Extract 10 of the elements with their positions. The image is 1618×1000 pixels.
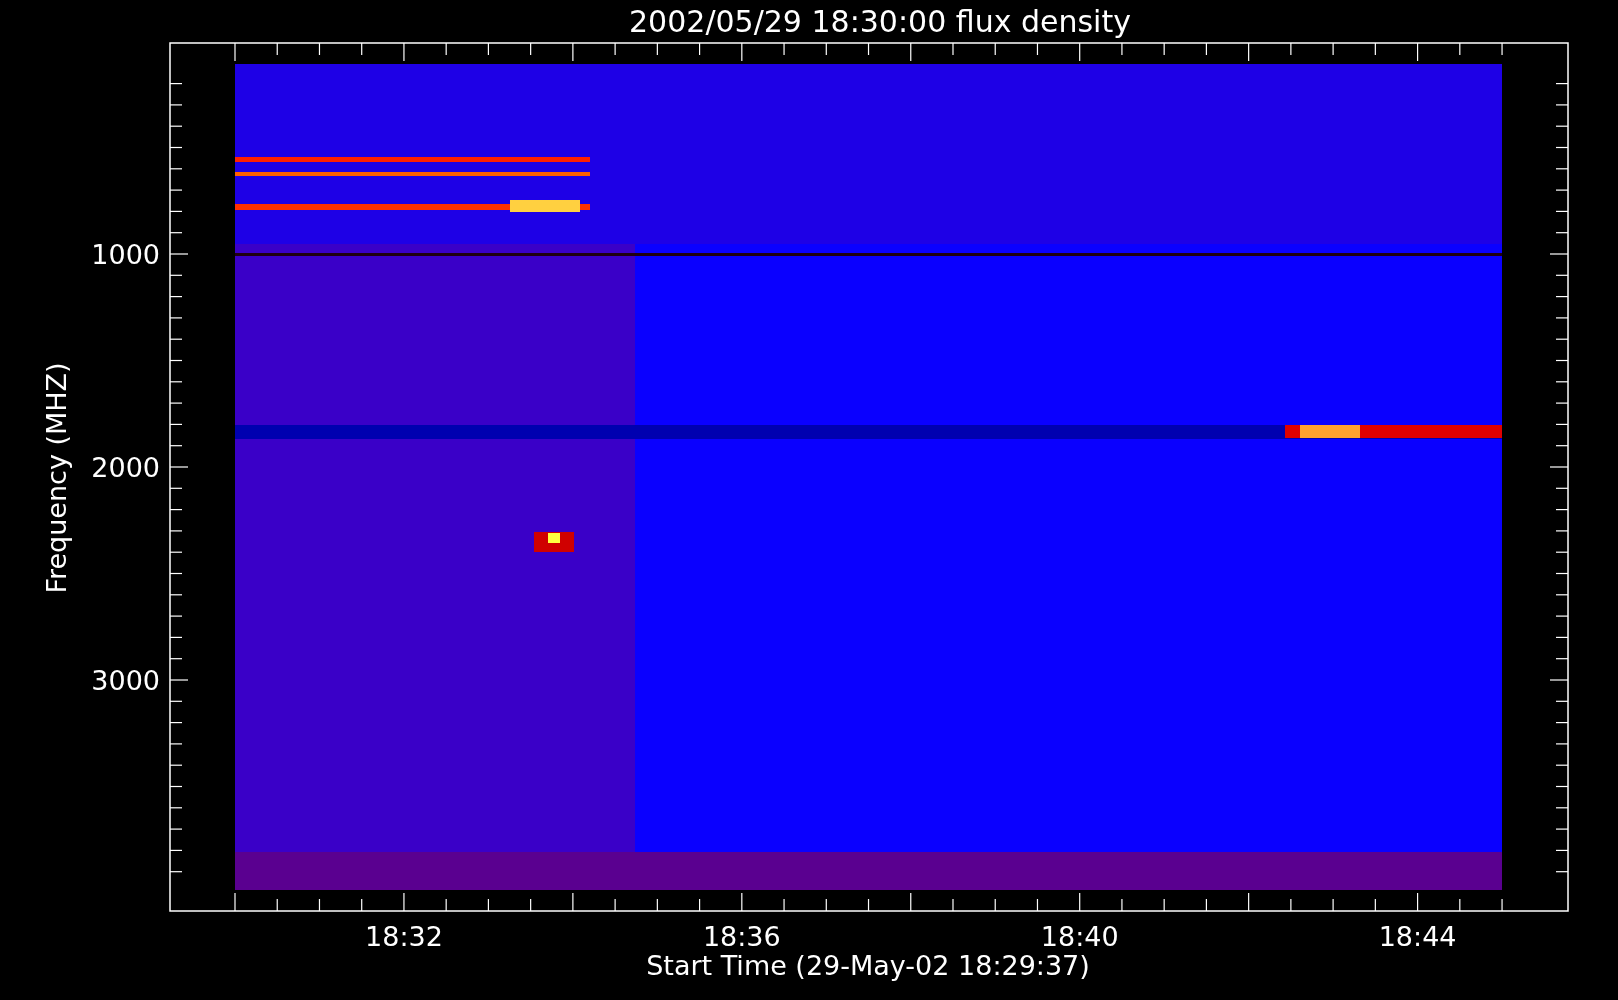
axis-tick-label: 1000 (91, 239, 160, 270)
axis-label: Frequency (MHZ) (41, 362, 72, 594)
axis-tick-label: 18:44 (1378, 921, 1457, 952)
axis-tick-label: 3000 (91, 665, 160, 696)
chart-title: 2002/05/29 18:30:00 flux density (629, 4, 1131, 39)
axis-tick-label: 2000 (91, 452, 160, 483)
axis-tick-label: 18:36 (702, 921, 781, 952)
axis-label: Start Time (29-May-02 18:29:37) (646, 950, 1090, 981)
axis-tick-label: 18:40 (1040, 921, 1119, 952)
axis-tick-label: 18:32 (365, 921, 443, 952)
